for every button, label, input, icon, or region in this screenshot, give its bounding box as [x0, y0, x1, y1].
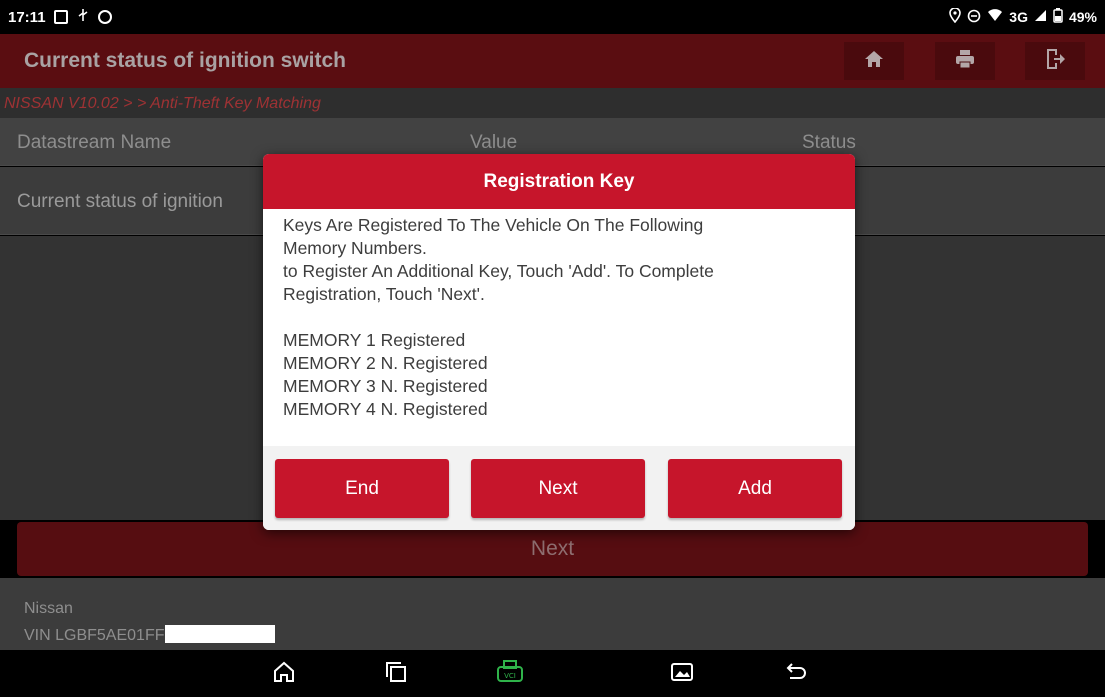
- next-bar-button[interactable]: Next: [17, 522, 1088, 576]
- nav-screenshot-button[interactable]: [668, 660, 696, 688]
- page-title: Current status of ignition switch: [24, 49, 347, 72]
- dialog-line: Keys Are Registered To The Vehicle On Th…: [283, 215, 704, 235]
- battery-level: 49%: [1068, 9, 1097, 25]
- nav-back-button[interactable]: [782, 660, 810, 688]
- usb-icon: [76, 8, 90, 26]
- vehicle-make: Nissan: [24, 600, 73, 617]
- vehicle-vin: VIN LGBF5AE01FF: [24, 627, 165, 644]
- battery-icon: [1053, 8, 1063, 26]
- signal-icon: [1034, 9, 1047, 25]
- vci-icon: VCI: [495, 659, 525, 690]
- column-header-name: Datastream Name: [17, 132, 172, 153]
- breadcrumb-bar: NISSAN V10.02 > > Anti-Theft Key Matchin…: [0, 88, 1105, 118]
- status-bar: 17:11 3G 49%: [0, 0, 1105, 34]
- dialog-button-bar: End Next Add: [263, 446, 855, 530]
- home-icon: [864, 49, 884, 74]
- column-header-status: Status: [802, 132, 856, 153]
- dialog-line: to Register An Additional Key, Touch 'Ad…: [283, 261, 714, 281]
- column-header-value: Value: [470, 132, 518, 153]
- end-button[interactable]: End: [275, 459, 449, 518]
- vehicle-vin-line: VIN LGBF5AE01FF: [24, 625, 275, 645]
- memory-status-3: MEMORY 3 N. Registered: [283, 376, 488, 396]
- recents-icon: [385, 661, 407, 688]
- dialog-line: Memory Numbers.: [283, 238, 427, 258]
- next-button[interactable]: Next: [471, 459, 645, 518]
- notification-image-icon: [53, 10, 68, 24]
- memory-status-4: MEMORY 4 N. Registered: [283, 399, 488, 419]
- wifi-icon: [987, 9, 1003, 25]
- image-icon: [671, 662, 693, 687]
- print-button[interactable]: [935, 42, 995, 80]
- back-icon: [784, 661, 808, 688]
- do-not-disturb-icon: [967, 9, 981, 26]
- print-icon: [954, 49, 976, 74]
- vehicle-info-footer: Nissan VIN LGBF5AE01FF: [0, 578, 1105, 650]
- nav-home-button[interactable]: [270, 660, 298, 688]
- vci-label: VCI: [504, 672, 516, 680]
- network-type: 3G: [1009, 9, 1028, 25]
- bluetooth-icon: [97, 10, 112, 24]
- memory-status-2: MEMORY 2 N. Registered: [283, 353, 488, 373]
- memory-status-1: MEMORY 1 Registered: [283, 330, 466, 350]
- dialog-message: Keys Are Registered To The Vehicle On Th…: [283, 214, 843, 421]
- add-button[interactable]: Add: [668, 459, 842, 518]
- breadcrumb: NISSAN V10.02 > > Anti-Theft Key Matchin…: [4, 95, 321, 112]
- location-icon: [949, 7, 962, 26]
- vin-redaction: [164, 625, 275, 643]
- dialog-line: Registration, Touch 'Next'.: [283, 284, 485, 304]
- nav-vci-button[interactable]: VCI: [495, 659, 525, 690]
- row-datastream-name: Current status of ignition: [17, 191, 223, 212]
- home-button[interactable]: [844, 42, 904, 80]
- exit-button[interactable]: [1025, 42, 1085, 80]
- status-right: 3G 49%: [949, 7, 1097, 26]
- status-time: 17:11: [8, 8, 46, 26]
- app-header: Current status of ignition switch: [0, 34, 1105, 88]
- exit-icon: [1045, 48, 1065, 75]
- registration-key-dialog: Registration Key Keys Are Registered To …: [263, 154, 855, 530]
- system-nav-bar: VCI: [0, 650, 1105, 697]
- home-outline-icon: [272, 660, 296, 689]
- nav-recents-button[interactable]: [382, 660, 410, 688]
- status-left: 17:11: [8, 8, 112, 26]
- dialog-title: Registration Key: [263, 154, 855, 209]
